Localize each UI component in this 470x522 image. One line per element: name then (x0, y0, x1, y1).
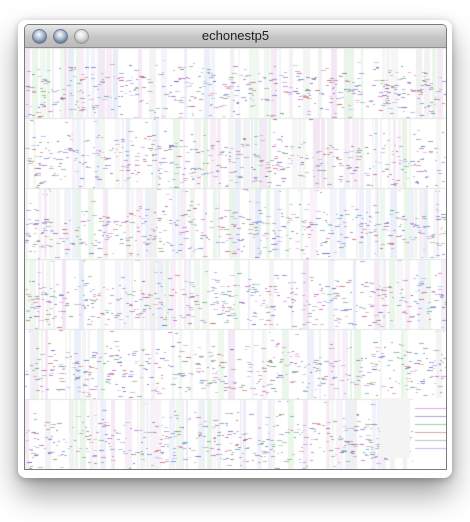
app-window: echonestp5 (24, 24, 447, 470)
sketch-canvas-area[interactable] (25, 48, 446, 469)
window-title: echonestp5 (201, 28, 270, 43)
visualization-canvas[interactable] (25, 48, 446, 469)
title-bar[interactable]: echonestp5 (25, 25, 446, 48)
